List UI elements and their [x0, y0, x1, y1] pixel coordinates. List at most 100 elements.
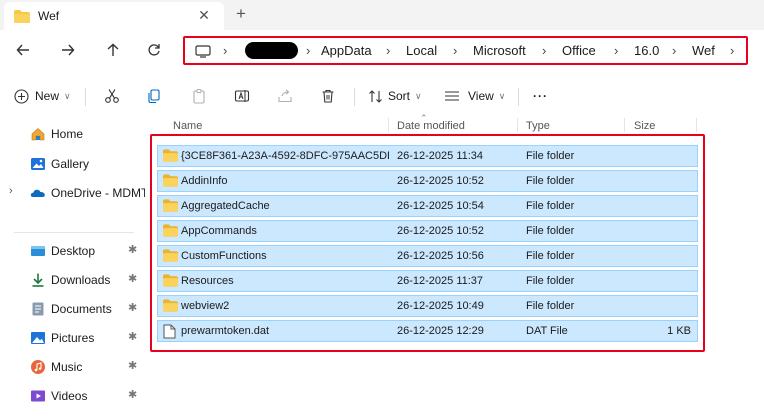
file-name: prewarmtoken.dat — [181, 325, 270, 337]
column-divider[interactable] — [388, 118, 389, 132]
sidebar-item-downloads[interactable]: Downloads ✱ — [0, 268, 148, 292]
file-name: CustomFunctions — [181, 250, 267, 262]
file-type: File folder — [526, 200, 575, 212]
chevron-down-icon: ∨ — [415, 90, 422, 101]
column-divider[interactable] — [624, 118, 625, 132]
column-divider[interactable] — [517, 118, 518, 132]
table-row[interactable]: Resources 26-12-2025 11:37 File folder — [157, 270, 698, 292]
plus-circle-icon — [14, 88, 29, 104]
breadcrumb-separator: › — [223, 43, 228, 58]
sidebar-item-home[interactable]: Home — [0, 122, 148, 146]
table-row[interactable]: AppCommands 26-12-2025 10:52 File folder — [157, 220, 698, 242]
column-header-type[interactable]: Type — [526, 120, 550, 132]
up-button[interactable] — [102, 39, 124, 61]
breadcrumb-separator: › — [614, 43, 619, 58]
breadcrumb-local[interactable]: Local — [406, 43, 437, 58]
sidebar-divider — [14, 232, 134, 233]
pin-icon[interactable]: ✱ — [128, 243, 137, 256]
table-row[interactable]: AddinInfo 26-12-2025 10:52 File folder — [157, 170, 698, 192]
table-row[interactable]: webview2 26-12-2025 10:49 File folder — [157, 295, 698, 317]
file-type: File folder — [526, 175, 575, 187]
sidebar-item-gallery[interactable]: Gallery — [0, 152, 148, 176]
breadcrumb-16-0[interactable]: 16.0 — [634, 43, 659, 58]
redacted-username[interactable] — [245, 42, 298, 59]
table-row[interactable]: prewarmtoken.dat 26-12-2025 12:29 DAT Fi… — [157, 320, 698, 342]
breadcrumb-office[interactable]: Office — [562, 43, 596, 58]
sort-icon — [369, 89, 382, 103]
documents-icon — [32, 302, 44, 316]
file-date: 26-12-2025 10:52 — [397, 175, 484, 187]
folder-icon — [163, 274, 178, 287]
address-bar[interactable]: › › AppData › Local › Microsoft › Office… — [183, 36, 748, 65]
file-name: Resources — [181, 275, 234, 287]
share-button[interactable] — [275, 86, 295, 106]
sidebar-item-pictures[interactable]: Pictures ✱ — [0, 326, 148, 350]
view-label: View — [468, 89, 494, 103]
sort-button[interactable]: Sort ∨ — [368, 86, 422, 106]
table-row[interactable]: AggregatedCache 26-12-2025 10:54 File fo… — [157, 195, 698, 217]
file-type: File folder — [526, 300, 575, 312]
pin-icon[interactable]: ✱ — [128, 330, 137, 343]
rename-button[interactable] — [232, 86, 252, 106]
file-icon — [163, 324, 176, 339]
close-tab-icon[interactable]: ✕ — [196, 7, 212, 24]
chevron-right-icon[interactable]: › — [9, 185, 13, 197]
home-icon — [31, 128, 45, 141]
pin-icon[interactable]: ✱ — [128, 359, 137, 372]
breadcrumb-appdata[interactable]: AppData — [321, 43, 372, 58]
tab-wef[interactable]: Wef ✕ — [4, 2, 224, 30]
file-date: 26-12-2025 10:49 — [397, 300, 484, 312]
forward-button[interactable] — [57, 39, 79, 61]
sidebar-item-desktop[interactable]: Desktop ✱ — [0, 239, 148, 263]
chevron-down-icon: ∨ — [498, 90, 506, 101]
gallery-icon — [31, 158, 45, 170]
desktop-icon — [31, 246, 45, 256]
copy-button[interactable] — [144, 86, 164, 106]
sidebar-item-onedrive[interactable]: › OneDrive - MDMTe — [0, 181, 148, 205]
file-type: File folder — [526, 250, 575, 262]
cut-button[interactable] — [102, 86, 122, 106]
column-header-date[interactable]: Date modified — [397, 120, 465, 132]
folder-icon — [163, 174, 178, 187]
sidebar-item-documents[interactable]: Documents ✱ — [0, 297, 148, 321]
file-date: 26-12-2025 11:34 — [397, 150, 484, 162]
pin-icon[interactable]: ✱ — [128, 272, 137, 285]
folder-icon — [163, 224, 178, 237]
table-row[interactable]: {3CE8F361-A23A-4592-8DFC-975AAC5DB... 26… — [157, 145, 698, 167]
chevron-down-icon: ∨ — [64, 90, 71, 101]
breadcrumb-wef[interactable]: Wef — [692, 43, 715, 58]
breadcrumb-microsoft[interactable]: Microsoft — [473, 43, 526, 58]
file-type: File folder — [526, 150, 575, 162]
table-row[interactable]: CustomFunctions 26-12-2025 10:56 File fo… — [157, 245, 698, 267]
column-divider[interactable] — [696, 118, 697, 132]
back-button[interactable] — [12, 39, 34, 61]
view-button[interactable]: View ∨ — [444, 86, 505, 106]
refresh-button[interactable] — [143, 39, 165, 61]
navigation-bar: › › AppData › Local › Microsoft › Office… — [0, 30, 764, 70]
rename-icon — [234, 90, 250, 102]
file-date: 26-12-2025 10:56 — [397, 250, 484, 262]
music-icon — [31, 360, 45, 374]
column-header-name[interactable]: Name — [173, 120, 202, 132]
new-tab-icon[interactable]: + — [236, 5, 246, 23]
more-options-button[interactable]: ··· — [533, 86, 548, 106]
pin-icon[interactable]: ✱ — [128, 301, 137, 314]
folder-icon — [14, 10, 30, 23]
delete-button[interactable] — [318, 86, 338, 106]
sidebar-item-label: OneDrive - MDMTe — [51, 186, 145, 200]
copy-icon — [148, 89, 160, 104]
file-name: webview2 — [181, 300, 230, 312]
column-header-size[interactable]: Size — [634, 120, 655, 132]
toolbar-divider — [85, 88, 86, 106]
breadcrumb-separator: › — [542, 43, 547, 58]
sidebar-item-videos[interactable]: Videos ✱ — [0, 384, 148, 408]
paste-button[interactable] — [189, 86, 209, 106]
arrow-up-icon — [107, 43, 119, 56]
new-button[interactable]: New ∨ — [14, 86, 71, 106]
share-icon — [278, 89, 292, 103]
tab-title: Wef — [38, 9, 60, 23]
sidebar-item-music[interactable]: Music ✱ — [0, 355, 148, 379]
file-type: DAT File — [526, 325, 568, 337]
pin-icon[interactable]: ✱ — [128, 388, 137, 401]
pictures-icon — [31, 332, 45, 344]
